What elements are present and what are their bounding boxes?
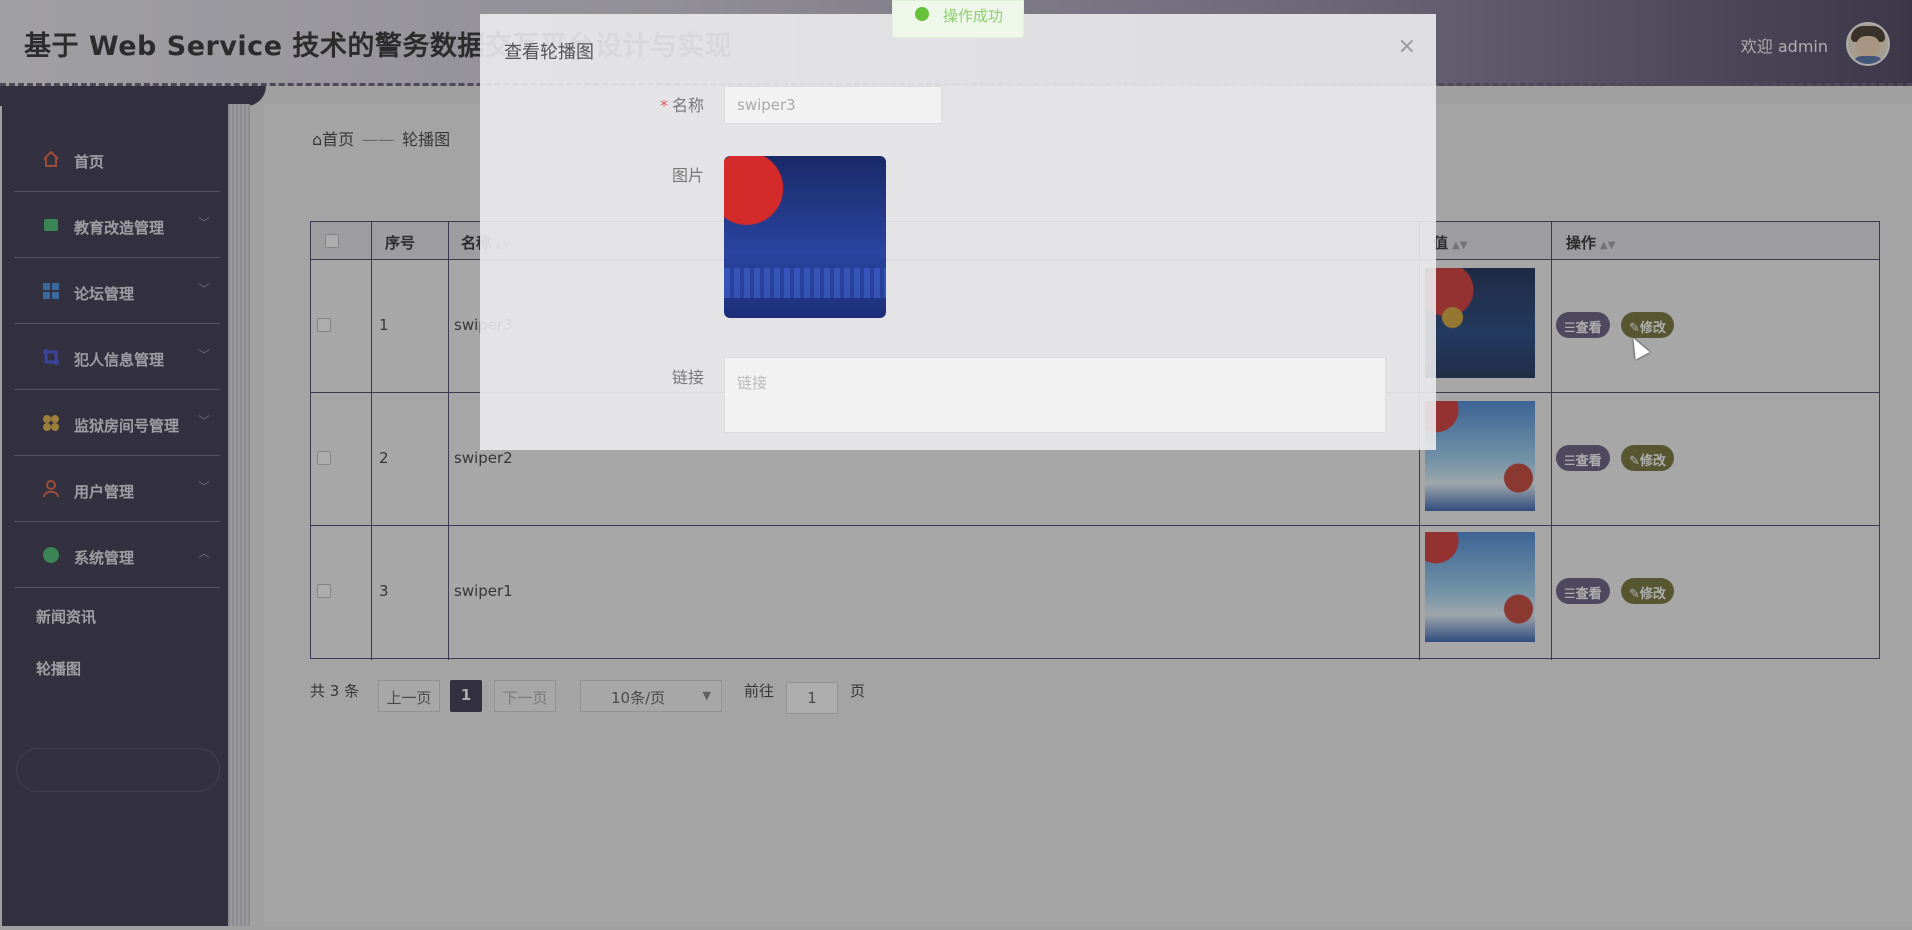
toast-text: 操作成功 [943,7,1004,25]
success-toast: 操作成功 [892,0,1024,38]
name-input[interactable]: swiper3 [724,86,942,124]
check-circle-icon [915,7,929,21]
carousel-image-preview [724,156,886,318]
link-label: 链接 [671,368,704,387]
dialog-title: 查看轮播图 [504,42,594,63]
image-label: 图片 [671,166,704,185]
view-carousel-dialog: 查看轮播图 × * 名称 swiper3 图片 链接 链接 [480,14,1436,450]
close-icon[interactable]: × [1398,34,1416,59]
name-label: * 名称 [659,96,704,115]
link-textarea[interactable]: 链接 [724,357,1386,433]
required-mark: * [659,96,668,115]
